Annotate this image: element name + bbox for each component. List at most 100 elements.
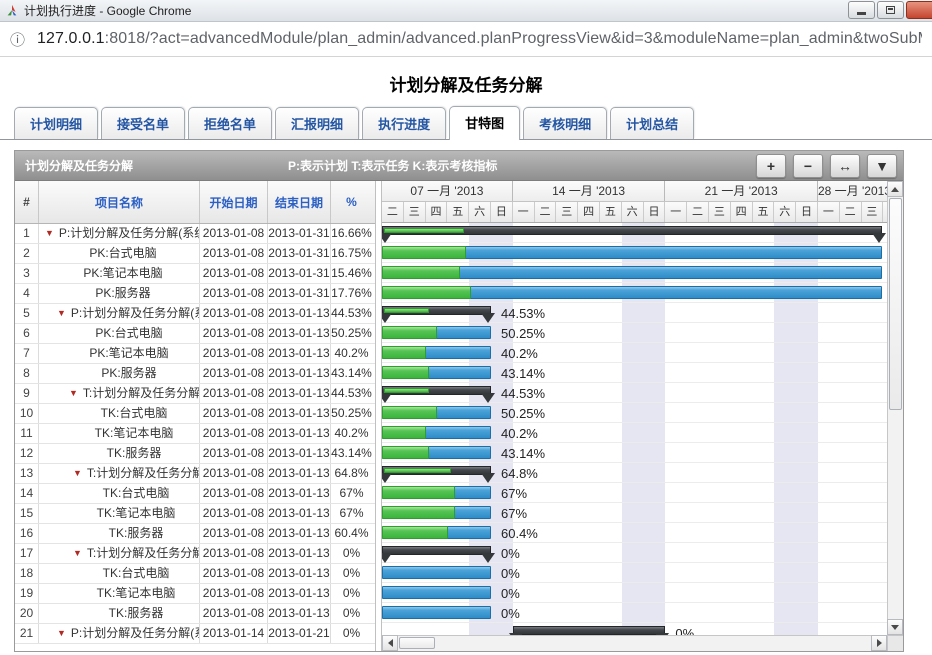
address-bar[interactable]: ⓘ 127.0.0.1:8018/?act=advancedModule/pla…	[0, 22, 932, 57]
start-date-cell: 2013-01-08	[200, 524, 268, 543]
table-row[interactable]: 12TK:服务器2013-01-082013-01-1343.14%	[15, 444, 375, 464]
window-title: 计划执行进度 - Google Chrome	[24, 2, 191, 19]
gantt-task-bar[interactable]	[382, 526, 491, 539]
gantt-summary-bar[interactable]	[513, 626, 666, 635]
column-header-4[interactable]: 结束日期	[268, 181, 331, 223]
table-row[interactable]: 9▼T:计划分解及任务分解(一2013-01-082013-01-1344.53…	[15, 384, 375, 404]
collapse-triangle-icon[interactable]: ▼	[45, 228, 54, 238]
table-row[interactable]: 1▼P:计划分解及任务分解(系统2013-01-082013-01-3116.6…	[15, 224, 375, 244]
zoom-in-button[interactable]: +	[756, 154, 786, 178]
start-date-cell: 2013-01-08	[200, 504, 268, 523]
gantt-row: 40.2%	[382, 343, 887, 363]
gantt-task-bar[interactable]	[382, 586, 491, 599]
collapse-button[interactable]: ▼	[867, 154, 897, 178]
gantt-task-bar[interactable]	[382, 346, 491, 359]
percent-cell: 44.53%	[331, 304, 372, 323]
page-info-icon[interactable]: ⓘ	[10, 29, 25, 50]
project-name-cell: TK:台式电脑	[39, 404, 200, 423]
table-row[interactable]: 10TK:台式电脑2013-01-082013-01-1350.25%	[15, 404, 375, 424]
table-row[interactable]: 21▼P:计划分解及任务分解(系统2013-01-142013-01-210%	[15, 624, 375, 644]
tab-执行进度[interactable]: 执行进度	[362, 107, 446, 139]
gantt-task-bar[interactable]	[382, 506, 491, 519]
day-header-cell: 五	[600, 202, 622, 222]
tab-接受名单[interactable]: 接受名单	[101, 107, 185, 139]
table-row[interactable]: 20TK:服务器2013-01-082013-01-130%	[15, 604, 375, 624]
gantt-task-bar[interactable]	[382, 566, 491, 579]
gantt-task-bar[interactable]	[382, 486, 491, 499]
table-row[interactable]: 8PK:服务器2013-01-082013-01-1343.14%	[15, 364, 375, 384]
percent-cell: 60.4%	[331, 524, 372, 543]
table-row[interactable]: 16TK:服务器2013-01-082013-01-1360.4%	[15, 524, 375, 544]
gantt-progress	[382, 426, 426, 439]
row-index-cell: 9	[15, 384, 39, 403]
vertical-scrollbar[interactable]	[887, 181, 903, 635]
collapse-triangle-icon[interactable]: ▼	[57, 308, 66, 318]
gantt-task-bar[interactable]	[382, 326, 491, 339]
collapse-triangle-icon[interactable]: ▼	[69, 388, 78, 398]
minimize-button[interactable]	[848, 1, 875, 19]
table-row[interactable]: 15TK:笔记本电脑2013-01-082013-01-1367%	[15, 504, 375, 524]
tab-拒绝名单[interactable]: 拒绝名单	[188, 107, 272, 139]
percent-cell: 17.76%	[331, 284, 372, 303]
gantt-summary-bar[interactable]	[382, 546, 491, 555]
tab-汇报明细[interactable]: 汇报明细	[275, 107, 359, 139]
tab-考核明细[interactable]: 考核明细	[523, 107, 607, 139]
table-row[interactable]: 17▼T:计划分解及任务分解(2013-01-082013-01-130%	[15, 544, 375, 564]
scroll-up-button[interactable]	[887, 181, 903, 197]
table-row[interactable]: 7PK:笔记本电脑2013-01-082013-01-1340.2%	[15, 344, 375, 364]
fit-width-button[interactable]: ↔	[830, 154, 860, 178]
table-row[interactable]: 2PK:台式电脑2013-01-082013-01-3116.75%	[15, 244, 375, 264]
gantt-row: 0%	[382, 583, 887, 603]
gantt-summary-bar[interactable]	[382, 386, 491, 395]
gantt-task-bar[interactable]	[382, 606, 491, 619]
horizontal-scrollbar[interactable]	[382, 635, 887, 651]
collapse-triangle-icon[interactable]: ▼	[57, 628, 66, 638]
table-row[interactable]: 6PK:台式电脑2013-01-082013-01-1350.25%	[15, 324, 375, 344]
end-date-cell: 2013-01-21	[268, 624, 331, 643]
summary-end-marker-icon	[481, 473, 495, 483]
gantt-task-bar[interactable]	[382, 446, 491, 459]
gantt-task-bar[interactable]	[382, 286, 882, 299]
scroll-left-button[interactable]	[382, 635, 398, 651]
gantt-task-bar[interactable]	[382, 366, 491, 379]
column-header-1[interactable]: #	[15, 181, 39, 223]
gantt-task-bar[interactable]	[382, 426, 491, 439]
tab-计划总结[interactable]: 计划总结	[610, 107, 694, 139]
gantt-task-bar[interactable]	[382, 266, 882, 279]
vertical-scroll-thumb[interactable]	[889, 198, 902, 410]
gantt-summary-bar[interactable]	[382, 466, 491, 475]
close-button[interactable]	[906, 1, 932, 19]
row-index-cell: 2	[15, 244, 39, 263]
day-header-cell: 一	[665, 202, 687, 222]
table-row[interactable]: 11TK:笔记本电脑2013-01-082013-01-1340.2%	[15, 424, 375, 444]
horizontal-scroll-thumb[interactable]	[399, 637, 435, 649]
gantt-row	[382, 283, 887, 303]
table-row[interactable]: 3PK:笔记本电脑2013-01-082013-01-3115.46%	[15, 264, 375, 284]
tab-计划明细[interactable]: 计划明细	[14, 107, 98, 139]
gantt-progress	[382, 506, 455, 519]
collapse-triangle-icon[interactable]: ▼	[73, 468, 82, 478]
table-row[interactable]: 13▼T:计划分解及任务分解(2013-01-082013-01-1364.8%	[15, 464, 375, 484]
table-row[interactable]: 18TK:台式电脑2013-01-082013-01-130%	[15, 564, 375, 584]
page-title: 计划分解及任务分解	[0, 71, 932, 96]
gantt-task-bar[interactable]	[382, 406, 491, 419]
table-row[interactable]: 4PK:服务器2013-01-082013-01-3117.76%	[15, 284, 375, 304]
gantt-progress	[382, 346, 426, 359]
url-text[interactable]: 127.0.0.1:8018/?act=advancedModule/plan_…	[37, 30, 922, 48]
tab-甘特图[interactable]: 甘特图	[449, 106, 520, 140]
scroll-right-button[interactable]	[871, 635, 887, 651]
gantt-summary-bar[interactable]	[382, 226, 882, 235]
collapse-triangle-icon[interactable]: ▼	[73, 548, 82, 558]
zoom-out-button[interactable]: −	[793, 154, 823, 178]
scroll-down-button[interactable]	[887, 619, 903, 635]
table-row[interactable]: 14TK:台式电脑2013-01-082013-01-1367%	[15, 484, 375, 504]
table-row[interactable]: 19TK:笔记本电脑2013-01-082013-01-130%	[15, 584, 375, 604]
column-header-5[interactable]: %	[331, 181, 372, 223]
table-row[interactable]: 5▼P:计划分解及任务分解(系统2013-01-082013-01-1344.5…	[15, 304, 375, 324]
gantt-summary-bar[interactable]	[382, 306, 491, 315]
gantt-task-bar[interactable]	[382, 246, 882, 259]
column-header-2[interactable]: 项目名称	[39, 181, 200, 223]
gantt-row: 44.53%	[382, 383, 887, 403]
column-header-3[interactable]: 开始日期	[200, 181, 268, 223]
maximize-button[interactable]	[877, 1, 904, 19]
